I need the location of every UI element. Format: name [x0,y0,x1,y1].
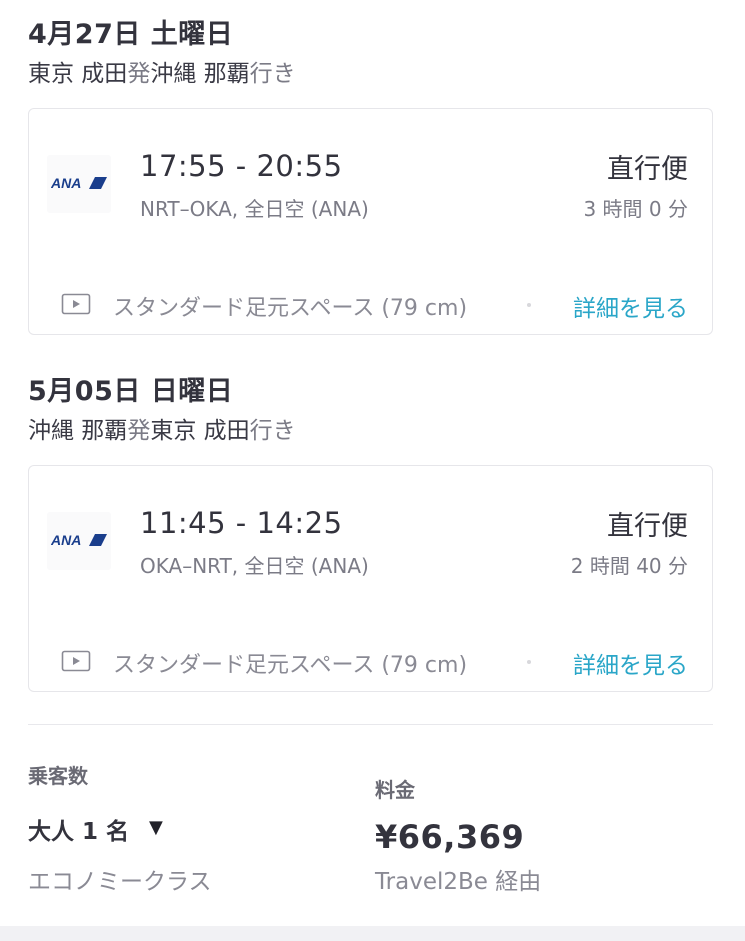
outbound-route: 東京 成田発沖縄 那覇行き [28,54,296,88]
flight-stops: 直行便 [607,511,688,542]
airline-logo: ANA [47,512,111,570]
total-price: ¥66,369 [375,818,525,856]
route-from: 東京 成田 [28,61,128,87]
flight-times: 17:55 - 20:55 [140,149,343,183]
price-label: 料金 [375,778,415,802]
return-route: 沖縄 那覇発東京 成田行き [28,411,296,445]
cabin-class: エコノミークラス [28,869,212,895]
route-from: 沖縄 那覇 [28,418,128,444]
svg-text:ANA: ANA [51,175,81,191]
details-link[interactable]: 詳細を見る [573,646,688,680]
route-to: 東京 成田 [150,418,250,444]
route-to: 沖縄 那覇 [150,61,250,87]
flight-route-airline: NRT–OKA, 全日空 (ANA) [140,197,369,221]
video-screen-icon [61,650,91,672]
flight-duration: 2 時間 40 分 [570,554,688,578]
bottom-bar [0,926,745,941]
flight-route-airline: OKA–NRT, 全日空 (ANA) [140,554,369,578]
return-flight-card[interactable]: ANA 11:45 - 14:25 OKA–NRT, 全日空 (ANA) 直行便… [28,465,713,692]
passengers-select[interactable]: 大人 1 名 [28,812,129,846]
video-screen-icon [61,293,91,315]
section-divider [28,724,713,725]
amenity-legroom: スタンダード足元スペース (79 cm) [113,296,468,321]
passengers-label: 乗客数 [28,764,88,788]
caret-down-icon[interactable]: ▼ [149,817,163,838]
details-link[interactable]: 詳細を見る [573,289,688,323]
flight-times: 11:45 - 14:25 [140,506,343,540]
airline-logo: ANA [47,155,111,213]
svg-text:ANA: ANA [51,532,81,548]
ana-logo-icon: ANA [51,175,107,191]
return-date: 5月05日 日曜日 [28,376,234,407]
route-to-suffix: 行き [249,61,296,87]
amenity-legroom: スタンダード足元スペース (79 cm) [113,653,468,678]
route-from-suffix: 発 [127,418,151,444]
ana-logo-icon: ANA [51,532,107,548]
scroll-fade [527,303,531,307]
flight-stops: 直行便 [607,154,688,185]
route-from-suffix: 発 [127,61,151,87]
route-to-suffix: 行き [249,418,296,444]
scroll-fade [527,660,531,664]
booking-via: Travel2Be 経由 [375,869,542,895]
flight-duration: 3 時間 0 分 [583,197,688,221]
outbound-flight-card[interactable]: ANA 17:55 - 20:55 NRT–OKA, 全日空 (ANA) 直行便… [28,108,713,335]
outbound-date: 4月27日 土曜日 [28,19,234,50]
